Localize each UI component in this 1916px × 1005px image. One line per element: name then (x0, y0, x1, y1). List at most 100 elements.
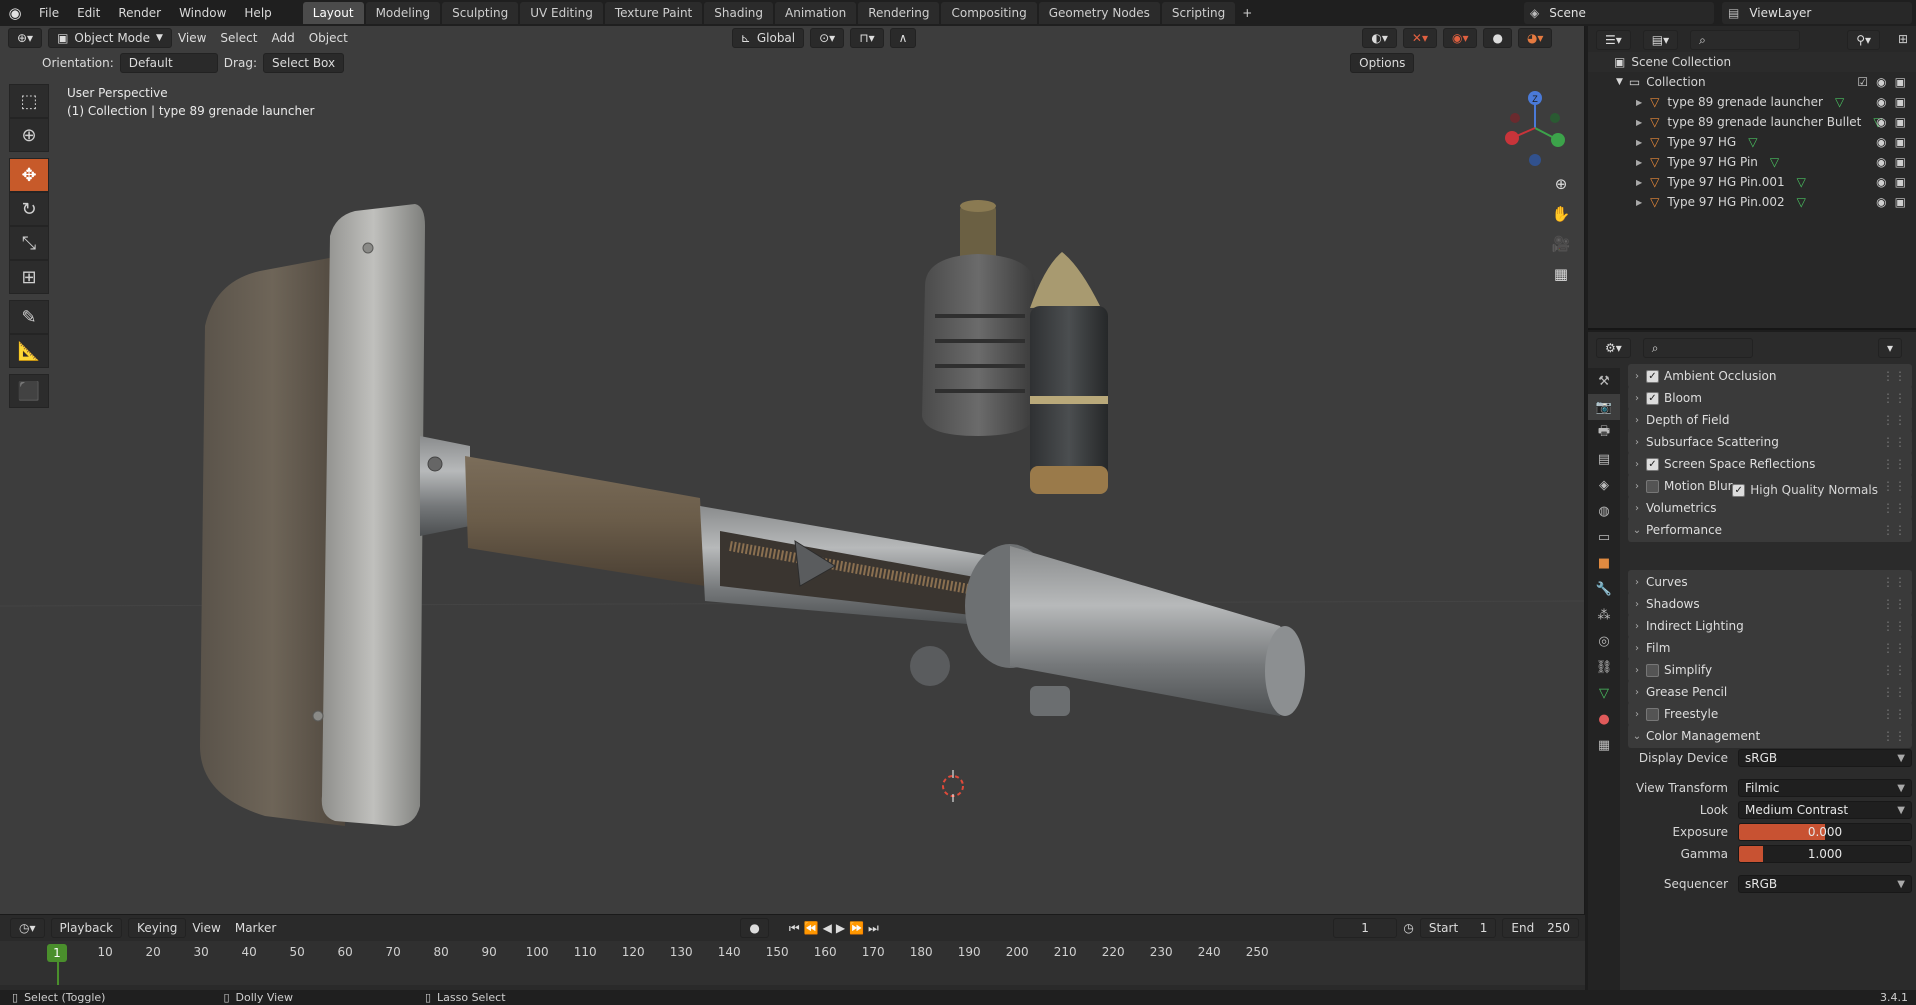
menu-render[interactable]: Render (109, 0, 170, 26)
outliner-object-row[interactable]: ▶ ▽ type 89 grenade launcher ▽ ◉ ▣ (1588, 92, 1916, 112)
panel-curves[interactable]: › Curves ⋮⋮ (1628, 570, 1912, 594)
properties-editor-type-button[interactable]: ⚙▾ (1596, 338, 1631, 358)
end-frame-field[interactable]: End 250 (1502, 918, 1580, 938)
tab-geometry-nodes[interactable]: Geometry Nodes (1038, 2, 1160, 24)
play-reverse-icon[interactable]: ◀ (823, 921, 832, 935)
grid-view-icon[interactable]: ▦ (1548, 261, 1574, 287)
panel-performance[interactable]: ⌄ Performance ⋮⋮ (1628, 518, 1912, 542)
outliner-object-row[interactable]: ▶ ▽ Type 97 HG Pin.002 ▽ ◉ ▣ (1588, 192, 1916, 212)
preview-range-icon[interactable]: ◷ (1403, 921, 1413, 935)
start-frame-field[interactable]: Start 1 (1419, 918, 1497, 938)
material-tab-icon[interactable]: ● (1588, 706, 1620, 732)
gizmo-neg-z[interactable] (1529, 154, 1541, 166)
outliner-search-input[interactable]: ⌕ (1690, 30, 1801, 50)
drag-handle-icon[interactable]: ⋮⋮ (1882, 685, 1906, 699)
pivot-point-button[interactable]: ⊙▾ (810, 28, 845, 48)
camera-icon[interactable]: ▣ (1895, 95, 1906, 109)
drag-handle-icon[interactable]: ⋮⋮ (1882, 413, 1906, 427)
gizmo-y-axis[interactable] (1551, 133, 1565, 147)
high-quality-normals-checkbox[interactable]: ✓ (1732, 483, 1746, 497)
timeline-view-menu[interactable]: View (192, 921, 220, 935)
jump-end-icon[interactable]: ⏭ (868, 921, 879, 936)
camera-icon[interactable]: ▣ (1895, 195, 1906, 209)
object-tab-icon[interactable]: ■ (1588, 550, 1620, 576)
outliner-object-row[interactable]: ▶ ▽ Type 97 HG Pin.001 ▽ ◉ ▣ (1588, 172, 1916, 192)
menu-window[interactable]: Window (170, 0, 235, 26)
camera-icon[interactable]: ▣ (1895, 175, 1906, 189)
overlays-button[interactable]: ◉▾ (1442, 28, 1478, 48)
menu-help[interactable]: Help (235, 0, 280, 26)
data-tab-icon[interactable]: ▽ (1588, 680, 1620, 706)
eye-icon[interactable]: ◉ (1876, 175, 1886, 189)
scale-tool[interactable]: ⤡ (9, 226, 49, 260)
outliner-scene-collection[interactable]: ▣ Scene Collection (1588, 52, 1916, 72)
tab-sculpting[interactable]: Sculpting (442, 2, 519, 24)
camera-icon[interactable]: ▣ (1895, 135, 1906, 149)
tab-shading[interactable]: Shading (704, 2, 773, 24)
drag-handle-icon[interactable]: ⋮⋮ (1882, 501, 1906, 515)
eye-icon[interactable]: ◉ (1876, 75, 1886, 89)
annotate-tool[interactable]: ✎ (9, 300, 49, 334)
properties-options-button[interactable]: ▾ (1877, 338, 1902, 358)
panel-checkbox[interactable]: ✓ (1646, 457, 1659, 471)
panel-ambient-occlusion[interactable]: › ✓ Ambient Occlusion ⋮⋮ (1628, 364, 1912, 388)
outliner-object-row[interactable]: ▶ ▽ Type 97 HG ▽ ◉ ▣ (1588, 132, 1916, 152)
particles-tab-icon[interactable]: ⁂ (1588, 602, 1620, 628)
panel-film[interactable]: › Film ⋮⋮ (1628, 636, 1912, 660)
panel-indirect-lighting[interactable]: › Indirect Lighting ⋮⋮ (1628, 614, 1912, 638)
output-tab-icon[interactable]: 🖶 (1588, 420, 1620, 446)
tab-layout[interactable]: Layout (302, 2, 364, 24)
constraints-tab-icon[interactable]: ⛓ (1588, 654, 1620, 680)
drag-handle-icon[interactable]: ⋮⋮ (1882, 575, 1906, 589)
orientation-selector[interactable]: Default (119, 53, 218, 73)
expand-arrow-icon[interactable]: ▶ (1636, 158, 1642, 167)
drag-handle-icon[interactable]: ⋮⋮ (1882, 391, 1906, 405)
outliner-object-row[interactable]: ▶ ▽ Type 97 HG Pin ▽ ◉ ▣ (1588, 152, 1916, 172)
gizmo-neg-x[interactable] (1510, 113, 1520, 123)
drag-handle-icon[interactable]: ⋮⋮ (1882, 435, 1906, 449)
measure-tool[interactable]: 📐 (9, 334, 49, 368)
select-box-tool[interactable]: ⬚ (9, 84, 49, 118)
timeline-ruler[interactable]: 10 20 30 40 50 60 70 80 90 100 110 120 130 140 150 160 1… (0, 941, 1585, 985)
pan-hand-icon[interactable]: ✋ (1548, 201, 1574, 227)
drag-handle-icon[interactable]: ⋮⋮ (1882, 641, 1906, 655)
tab-rendering[interactable]: Rendering (858, 2, 940, 24)
drag-handle-icon[interactable]: ⋮⋮ (1882, 729, 1906, 743)
panel-checkbox[interactable]: ✓ (1646, 369, 1659, 383)
prev-keyframe-icon[interactable]: ⏪ (804, 921, 819, 935)
drag-handle-icon[interactable]: ⋮⋮ (1882, 523, 1906, 537)
view-layer-tab-icon[interactable]: ▤ (1588, 446, 1620, 472)
scene-selector[interactable]: ◈ Scene (1524, 2, 1714, 24)
cursor-tool[interactable]: ⊕ (9, 118, 49, 152)
gizmo-toggle-button[interactable]: ✕▾ (1402, 28, 1437, 48)
expand-arrow-icon[interactable]: ▶ (1636, 178, 1642, 187)
move-tool[interactable]: ✥ (9, 158, 49, 192)
drag-handle-icon[interactable]: ⋮⋮ (1882, 663, 1906, 677)
drag-selector[interactable]: Select Box (262, 53, 345, 73)
tab-animation[interactable]: Animation (775, 2, 857, 24)
outliner-object-row[interactable]: ▶ ▽ type 89 grenade launcher Bullet ▽ ◉ ▣ (1588, 112, 1916, 132)
timeline-editor-type-button[interactable]: ◷▾ (10, 918, 45, 938)
drag-handle-icon[interactable]: ⋮⋮ (1882, 457, 1906, 471)
display-mode-button[interactable]: ▤▾ (1642, 30, 1679, 50)
eye-icon[interactable]: ◉ (1876, 155, 1886, 169)
camera-icon[interactable]: ▣ (1895, 75, 1906, 89)
shading-rendered-button[interactable]: ◕▾ (1517, 28, 1553, 48)
drag-handle-icon[interactable]: ⋮⋮ (1882, 369, 1906, 383)
texture-tab-icon[interactable]: ▦ (1588, 732, 1620, 758)
options-button[interactable]: Options (1350, 53, 1415, 73)
tab-texture-paint[interactable]: Texture Paint (604, 2, 703, 24)
panel-screen-space-reflections[interactable]: › ✓ Screen Space Reflections ⋮⋮ (1628, 452, 1912, 476)
panel-grease-pencil[interactable]: › Grease Pencil ⋮⋮ (1628, 680, 1912, 704)
outliner-editor-type-button[interactable]: ☰▾ (1596, 30, 1631, 50)
modifier-tab-icon[interactable]: 🔧 (1588, 576, 1620, 602)
panel-subsurface-scattering[interactable]: › Subsurface Scattering ⋮⋮ (1628, 430, 1912, 454)
add-workspace-icon[interactable]: + (1237, 2, 1257, 24)
menu-add[interactable]: Add (271, 31, 294, 45)
tab-compositing[interactable]: Compositing (941, 2, 1037, 24)
blender-logo-icon[interactable]: ◉ (0, 4, 30, 22)
eye-icon[interactable]: ◉ (1876, 95, 1886, 109)
current-frame-field[interactable]: 1 (1332, 918, 1398, 938)
menu-edit[interactable]: Edit (68, 0, 109, 26)
expand-arrow-icon[interactable]: ▶ (1636, 138, 1642, 147)
